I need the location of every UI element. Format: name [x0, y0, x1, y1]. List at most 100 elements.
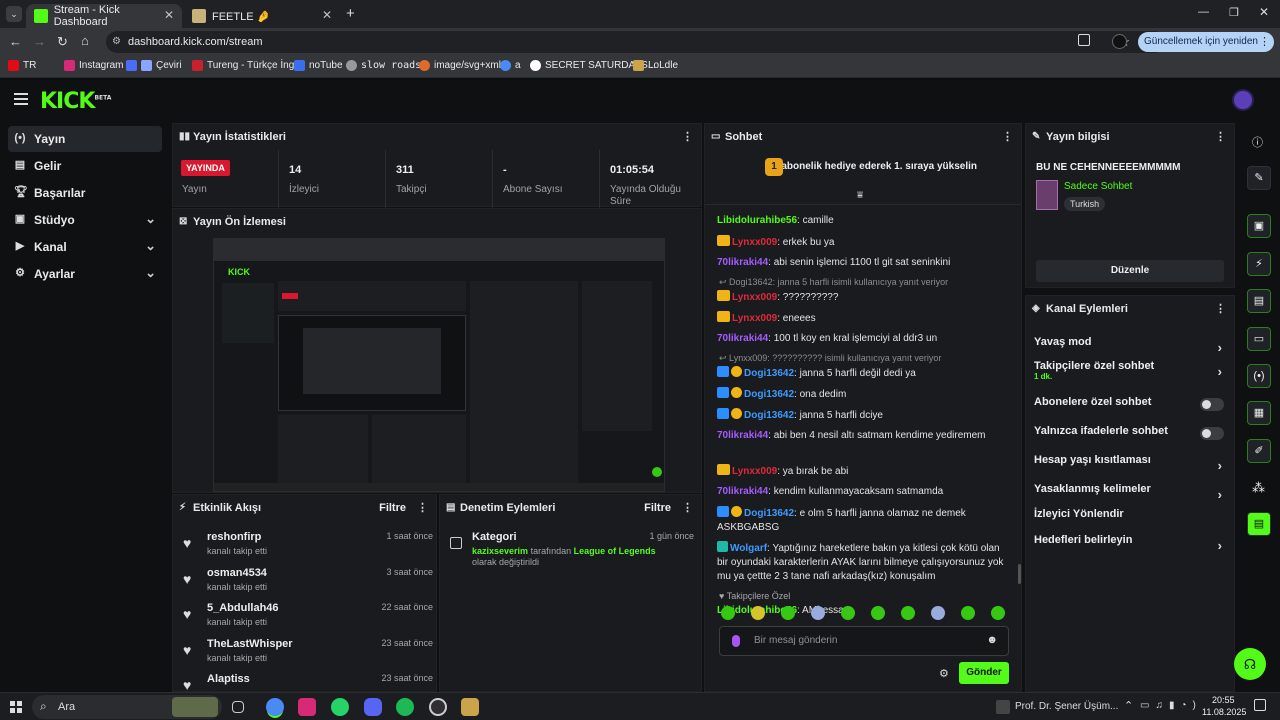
- chat-scrollbar[interactable]: [1018, 564, 1021, 584]
- task-view-icon[interactable]: [232, 701, 244, 713]
- chat-username[interactable]: Dogi13642: [744, 368, 794, 379]
- chat-icon[interactable]: ▭: [1247, 327, 1271, 351]
- tray-icons[interactable]: ▭♫▮◔): [1140, 700, 1202, 711]
- notifications-icon[interactable]: [1254, 699, 1266, 711]
- whatsapp-icon[interactable]: [331, 698, 349, 716]
- spotify-icon[interactable]: [396, 698, 414, 716]
- instagram-icon[interactable]: [298, 698, 316, 716]
- bookmark-svg[interactable]: image/svg+xml: [419, 60, 501, 71]
- bookmark-loldle[interactable]: LoLdle: [633, 60, 678, 71]
- discord-icon[interactable]: [364, 698, 382, 716]
- tab-list-icon[interactable]: ⌄: [6, 6, 22, 22]
- collapse-pinned-icon[interactable]: ⩸: [857, 190, 863, 201]
- chat-username[interactable]: 70likraki44: [717, 257, 768, 268]
- chat-username[interactable]: Lynxx009: [732, 466, 777, 477]
- minimize-icon[interactable]: —: [1198, 6, 1209, 18]
- bookmark-slow-roads[interactable]: slow roads: [346, 60, 421, 71]
- microphone-icon[interactable]: [732, 635, 740, 647]
- reply-context[interactable]: ↩ Dogi13642: janna 5 harfli isimli kulla…: [719, 277, 948, 288]
- chat-username[interactable]: Wolgarf: [730, 543, 767, 554]
- sidebar-item-studyo[interactable]: ▣ Stüdyo ⌄: [8, 207, 162, 233]
- clock-date[interactable]: 11.08.2025: [1202, 707, 1246, 717]
- emote[interactable]: [871, 606, 885, 620]
- broadcast-icon[interactable]: (•): [1247, 364, 1271, 388]
- chat-input[interactable]: Bir mesaj gönderin ☻: [719, 626, 1009, 656]
- action-subscribers-only[interactable]: Abonelere özel sohbet: [1034, 396, 1226, 422]
- clock-time[interactable]: 20:55: [1212, 695, 1235, 705]
- action-emotes-only[interactable]: Yalnızca ifadelerle sohbet: [1034, 425, 1226, 451]
- taskbar-search[interactable]: ⌕ Ara: [32, 695, 222, 719]
- category-name[interactable]: Sadece Sohbet: [1064, 181, 1132, 192]
- chat-username[interactable]: Lynxx009: [732, 292, 777, 303]
- tab-kick-dashboard[interactable]: Stream - Kick Dashboard ✕: [26, 4, 182, 28]
- sidebar-item-kanal[interactable]: ▶ Kanal ⌄: [8, 234, 162, 260]
- emote[interactable]: [841, 606, 855, 620]
- chat-settings-icon[interactable]: ⚙: [939, 667, 949, 680]
- filter-button[interactable]: Filtre: [644, 502, 671, 514]
- menu-dots-icon[interactable]: ⋮: [1215, 302, 1226, 315]
- send-button[interactable]: Gönder: [959, 662, 1009, 684]
- emote[interactable]: [751, 606, 765, 620]
- menu-dots-icon[interactable]: ⋮: [1215, 130, 1226, 143]
- emote[interactable]: [931, 606, 945, 620]
- chrome-icon[interactable]: [266, 698, 284, 716]
- action-goals[interactable]: Hedefleri belirleyin ›: [1034, 534, 1226, 560]
- emote[interactable]: [811, 606, 825, 620]
- close-tab-icon[interactable]: ✕: [322, 8, 332, 22]
- emote[interactable]: [901, 606, 915, 620]
- menu-dots-icon[interactable]: ⋮: [682, 130, 693, 143]
- chat-username[interactable]: Dogi13642: [744, 389, 794, 400]
- user-avatar[interactable]: [1234, 91, 1252, 109]
- obs-icon[interactable]: [429, 698, 447, 716]
- site-info-icon[interactable]: ⚙: [112, 31, 121, 53]
- crop-icon[interactable]: ▣: [1247, 214, 1271, 238]
- reload-icon[interactable]: ↻: [57, 34, 68, 50]
- bookmark-ceviri[interactable]: Çeviri: [126, 60, 182, 71]
- hamburger-menu-icon[interactable]: [14, 93, 28, 105]
- action-raid[interactable]: İzleyici Yönlendir: [1034, 508, 1226, 534]
- sidebar-item-gelir[interactable]: ▤ Gelir: [8, 153, 162, 179]
- menu-dots-icon[interactable]: ⋮: [682, 501, 693, 514]
- menu-dots-icon[interactable]: ⋮: [417, 501, 428, 514]
- url-field[interactable]: ⚙ dashboard.kick.com/stream ☆: [106, 31, 1166, 53]
- info-icon[interactable]: ⓘ: [1252, 134, 1263, 150]
- language-tag[interactable]: Turkish: [1064, 197, 1106, 211]
- windows-start-icon[interactable]: [10, 701, 22, 713]
- menu-dots-icon[interactable]: ⋮: [1002, 130, 1013, 143]
- chat-username[interactable]: Dogi13642: [744, 508, 794, 519]
- bookmark-tr[interactable]: TR: [8, 60, 36, 71]
- edit-info-button[interactable]: Düzenle: [1036, 260, 1224, 282]
- wrench-icon[interactable]: ✐: [1247, 439, 1271, 463]
- kick-logo[interactable]: KICKBETA: [40, 89, 111, 114]
- bookmark-instagram[interactable]: Instagram: [64, 60, 123, 71]
- action-followers-only[interactable]: Takipçilere özel sohbet 1 dk. ›: [1034, 360, 1226, 386]
- back-icon[interactable]: ←: [9, 34, 22, 49]
- maximize-icon[interactable]: ❐: [1229, 6, 1239, 19]
- new-tab-icon[interactable]: +: [346, 5, 355, 22]
- clapper-icon[interactable]: ▤: [1247, 512, 1271, 536]
- close-window-icon[interactable]: ✕: [1259, 5, 1269, 19]
- stream-preview-video[interactable]: KICK: [213, 238, 665, 492]
- tray-chevron-icon[interactable]: ⌃: [1124, 699, 1133, 712]
- home-icon[interactable]: ⌂: [81, 33, 89, 48]
- edit-info-icon[interactable]: ✎: [1247, 166, 1271, 190]
- forward-icon[interactable]: →: [33, 34, 46, 49]
- action-account-age[interactable]: Hesap yaşı kısıtlaması ›: [1034, 454, 1226, 480]
- chat-username[interactable]: Dogi13642: [744, 410, 794, 421]
- bookmark-tureng[interactable]: Tureng - Türkçe İngi...: [192, 60, 305, 71]
- sidebar-item-basarilar[interactable]: 🏆︎ Başarılar: [8, 180, 162, 206]
- sidebar-item-ayarlar[interactable]: ⚙ Ayarlar ⌄: [8, 261, 162, 287]
- close-tab-icon[interactable]: ✕: [164, 8, 174, 22]
- emoji-icon[interactable]: ☻: [986, 634, 998, 646]
- filter-button[interactable]: Filtre: [379, 502, 406, 514]
- update-restart-button[interactable]: Güncellemek için yeniden başlat ⋮: [1138, 32, 1274, 67]
- menu-dots-icon[interactable]: ⋮: [1259, 32, 1270, 52]
- bookmark-notube[interactable]: noTube: [294, 60, 343, 71]
- sidebar-item-yayin[interactable]: (•) Yayın: [8, 126, 162, 152]
- extensions-icon[interactable]: [1078, 34, 1090, 46]
- action-banned-words[interactable]: Yasaklanmış kelimeler ›: [1034, 483, 1226, 509]
- layout-icon[interactable]: ▦: [1247, 401, 1271, 425]
- emote[interactable]: [721, 606, 735, 620]
- tray-app-label[interactable]: Prof. Dr. Şener Üşüm...: [1015, 701, 1118, 712]
- tab-feetle[interactable]: FEETLE 🤌 ✕: [184, 4, 340, 28]
